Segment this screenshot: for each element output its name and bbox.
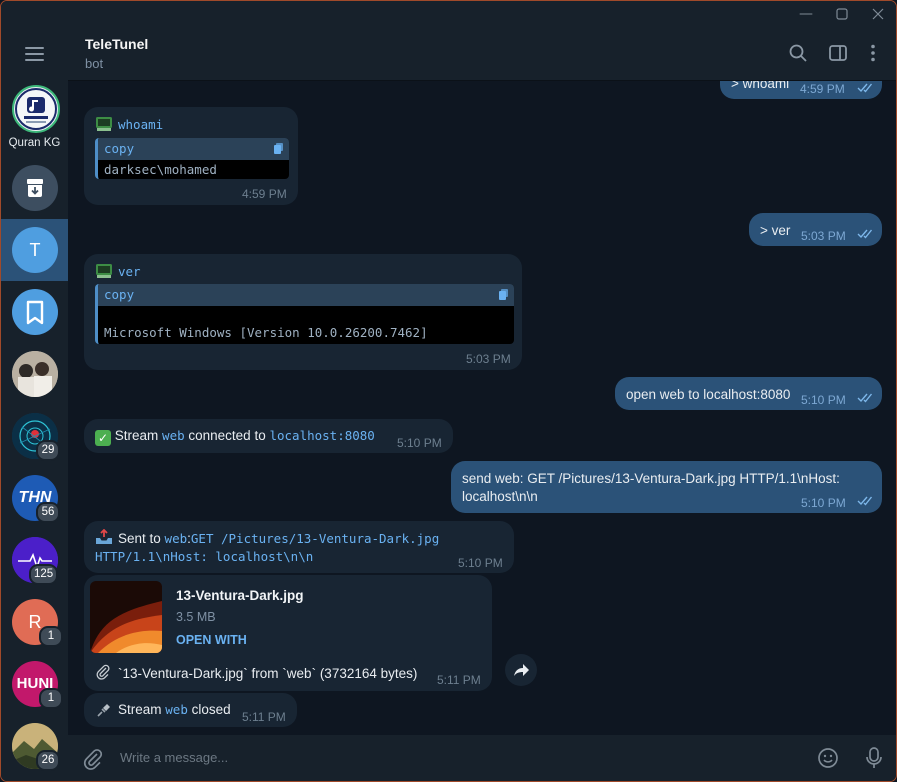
- incoming-code-message[interactable]: ver copy Microsoft Windows [Version 10.0…: [84, 254, 522, 370]
- message-text-line2: localhost\n\n: [462, 489, 538, 504]
- message-text: ✓ Stream web connected to localhost:8080: [95, 427, 375, 446]
- message-time: 5:10 PM: [801, 496, 846, 510]
- archive-icon: [27, 179, 43, 197]
- paperclip-icon: [96, 664, 110, 680]
- read-ticks-icon: [857, 229, 873, 239]
- message-text: > whoami: [731, 81, 790, 91]
- chat-avatar-photo[interactable]: [12, 351, 58, 397]
- copy-icon[interactable]: [274, 143, 283, 154]
- folder-sidebar: Quran KG T 29 THN 56 125 R 1 HUNI 1 26: [1, 27, 68, 781]
- message-text-line1: send web: GET /Pictures/13-Ventura-Dark.…: [462, 471, 840, 486]
- read-ticks-icon: [857, 496, 873, 506]
- folder-avatar-quran-kg[interactable]: [12, 85, 60, 133]
- file-caption: `13-Ventura-Dark.jpg` from `web` (373216…: [118, 666, 418, 681]
- incoming-message[interactable]: Sent to web:GET /Pictures/13-Ventura-Dar…: [84, 521, 514, 573]
- share-arrow-icon: [514, 664, 529, 676]
- read-ticks-icon: [857, 393, 873, 403]
- close-icon[interactable]: [868, 4, 888, 24]
- file-size: 3.5 MB: [176, 610, 216, 624]
- ventura-wallpaper-thumbnail-icon: [90, 581, 162, 653]
- chat-avatar-teletunel[interactable]: T: [12, 227, 58, 273]
- code-content: darksec\mohamed: [104, 162, 217, 177]
- message-text: > ver: [760, 223, 791, 238]
- chat-subtitle: bot: [85, 56, 104, 71]
- unread-badge: 1: [39, 688, 63, 709]
- minimize-icon[interactable]: —: [796, 4, 816, 24]
- code-content: Microsoft Windows [Version 10.0.26200.74…: [104, 325, 428, 340]
- avatar-letter: T: [29, 240, 41, 260]
- message-text-line2: HTTP/1.1\nHost: localhost\n\n: [95, 549, 314, 564]
- copy-icon[interactable]: [499, 289, 508, 300]
- code-header: copy: [98, 284, 514, 306]
- file-thumbnail[interactable]: [90, 581, 162, 653]
- code-header: copy: [98, 138, 289, 160]
- command-label: ver: [118, 264, 141, 279]
- forward-button[interactable]: [505, 654, 537, 686]
- chat-header: TeleTunel bot: [68, 27, 896, 81]
- message-time: 5:03 PM: [466, 352, 511, 366]
- open-with-button[interactable]: OPEN WITH: [176, 631, 247, 649]
- message-time: 5:10 PM: [458, 556, 503, 570]
- outgoing-message[interactable]: > whoami 4:59 PM: [720, 81, 882, 99]
- outgoing-message[interactable]: > ver 5:03 PM: [749, 213, 882, 246]
- unread-badge: 125: [29, 564, 59, 585]
- computer-icon: [96, 264, 112, 278]
- message-text-line1: Sent to web:GET /Pictures/13-Ventura-Dar…: [118, 531, 440, 546]
- file-name: 13-Ventura-Dark.jpg: [176, 588, 304, 603]
- sidebar-toggle-icon[interactable]: [826, 41, 850, 65]
- attach-icon[interactable]: [82, 748, 104, 770]
- app-window: — Quran KG T 29 THN 56 125 R 1 HUNI 1 26…: [0, 0, 897, 782]
- message-time: 5:10 PM: [801, 393, 846, 407]
- bookmark-icon: [26, 300, 44, 325]
- emoji-icon[interactable]: [817, 747, 839, 769]
- unread-badge: 26: [36, 750, 60, 771]
- incoming-code-message[interactable]: whoami copy darksec\mohamed 4:59 PM: [84, 107, 298, 205]
- message-time: 5:11 PM: [242, 710, 286, 724]
- plug-icon: [97, 704, 110, 717]
- message-input[interactable]: Write a message...: [120, 750, 228, 765]
- message-text: open web to localhost:8080: [626, 387, 791, 402]
- message-time: 5:03 PM: [801, 229, 846, 243]
- command-label: whoami: [118, 117, 164, 132]
- message-list[interactable]: > whoami 4:59 PM whoami copy darksec\moh…: [68, 81, 896, 735]
- incoming-file-message[interactable]: 13-Ventura-Dark.jpg 3.5 MB OPEN WITH `13…: [84, 575, 492, 691]
- outbox-tray-icon: [96, 529, 112, 544]
- incoming-message[interactable]: Stream web closed 5:11 PM: [84, 693, 297, 727]
- quran-kg-logo-icon: [15, 88, 57, 130]
- copy-label[interactable]: copy: [104, 141, 134, 156]
- read-ticks-icon: [857, 83, 873, 93]
- archive-folder[interactable]: [12, 165, 58, 211]
- person-photo-icon: [12, 351, 58, 397]
- copy-label[interactable]: copy: [104, 287, 134, 302]
- message-text: Stream web closed: [118, 702, 231, 717]
- unread-badge: 1: [39, 626, 63, 647]
- more-options-icon[interactable]: [861, 41, 885, 65]
- chat-title[interactable]: TeleTunel: [85, 36, 148, 52]
- unread-badge: 56: [36, 502, 60, 523]
- outgoing-message[interactable]: open web to localhost:8080 5:10 PM: [615, 377, 882, 410]
- message-composer: Write a message...: [68, 735, 896, 781]
- hamburger-icon[interactable]: [25, 47, 44, 61]
- folder-label-quran-kg: Quran KG: [8, 137, 61, 149]
- message-time: 4:59 PM: [800, 82, 845, 96]
- message-time: 5:11 PM: [437, 673, 481, 687]
- microphone-icon[interactable]: [863, 746, 885, 770]
- maximize-icon[interactable]: [832, 4, 852, 24]
- computer-icon: [96, 117, 112, 131]
- message-time: 4:59 PM: [242, 187, 287, 201]
- code-block[interactable]: copy darksec\mohamed: [95, 138, 289, 179]
- saved-messages-avatar[interactable]: [12, 289, 58, 335]
- unread-badge: 29: [36, 440, 60, 461]
- message-time: 5:10 PM: [397, 436, 442, 450]
- window-titlebar: —: [1, 1, 896, 27]
- search-icon[interactable]: [786, 41, 810, 65]
- outgoing-message[interactable]: send web: GET /Pictures/13-Ventura-Dark.…: [451, 461, 882, 513]
- incoming-message[interactable]: ✓ Stream web connected to localhost:8080…: [84, 419, 453, 453]
- code-block[interactable]: copy Microsoft Windows [Version 10.0.262…: [95, 284, 514, 344]
- checkmark-icon: ✓: [95, 430, 111, 446]
